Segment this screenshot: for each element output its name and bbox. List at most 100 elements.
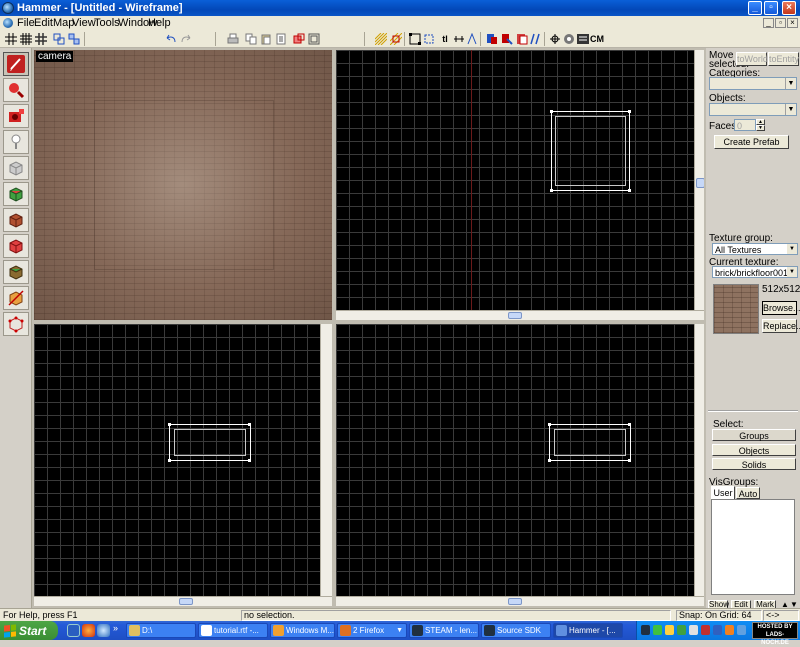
larger-grid-icon[interactable] <box>34 32 48 45</box>
viewport-vertical-scrollbar[interactable] <box>320 324 332 596</box>
run-map-icon[interactable] <box>528 32 542 45</box>
undo-icon[interactable] <box>164 32 178 45</box>
selection-box-icon[interactable] <box>408 32 422 45</box>
paste-special-icon[interactable] <box>274 32 288 45</box>
minimize-button[interactable]: _ <box>748 1 762 15</box>
brush-vertex[interactable] <box>548 459 551 462</box>
viewport-horizontal-scrollbar[interactable] <box>336 596 704 606</box>
brush-vertex[interactable] <box>628 110 631 113</box>
brush-vertex[interactable] <box>248 423 251 426</box>
brush-vertex[interactable] <box>550 189 553 192</box>
select-by-handles-icon[interactable] <box>422 32 436 45</box>
title-bar[interactable]: Hammer - [Untitled - Wireframe] _ ▫ × <box>0 0 800 16</box>
menu-help[interactable]: Help <box>148 17 171 29</box>
hide-items-icon[interactable] <box>548 32 562 45</box>
taskbar-item-explorer[interactable]: D:\ <box>126 623 196 638</box>
cordon-icon[interactable] <box>576 32 590 45</box>
ungroup-icon[interactable] <box>67 32 81 45</box>
carve-icon[interactable] <box>292 32 306 45</box>
taskbar-item-steam[interactable]: STEAM - len... <box>409 623 479 638</box>
overlay-tool-icon[interactable] <box>3 260 29 284</box>
brush-vertex[interactable] <box>248 459 251 462</box>
faces-input[interactable]: 0 <box>734 119 756 131</box>
clipping-tool-icon[interactable] <box>3 286 29 310</box>
texture-scale-lock-icon[interactable] <box>389 32 403 45</box>
network-tray-icon[interactable] <box>653 625 662 635</box>
scrollbar-thumb[interactable] <box>508 312 522 319</box>
camera-viewport-label[interactable]: camera <box>36 51 74 62</box>
security-tray-icon[interactable] <box>701 625 710 635</box>
menu-file[interactable]: File <box>17 17 35 29</box>
viewport-vertical-scrollbar[interactable] <box>694 50 704 310</box>
group-icon[interactable] <box>52 32 66 45</box>
decal-tool-icon[interactable] <box>3 234 29 258</box>
hammer-app-icon[interactable] <box>2 2 14 14</box>
toggle-helpers-icon[interactable] <box>452 32 466 45</box>
scrollbar-thumb[interactable] <box>696 178 704 188</box>
toggle-3d-grid-icon[interactable] <box>562 32 576 45</box>
to-world-button[interactable]: toWorld <box>736 52 768 66</box>
texture-lock-icon[interactable] <box>374 32 388 45</box>
magnify-tool-icon[interactable] <box>3 78 29 102</box>
mdi-restore-button[interactable]: ▫ <box>775 18 786 28</box>
camera-tool-icon[interactable] <box>3 104 29 128</box>
current-texture-dropdown[interactable]: brick/brickfloor001a <box>712 266 798 278</box>
chevron-down-icon[interactable]: ▼ <box>785 78 796 89</box>
brush-outline[interactable] <box>169 424 251 461</box>
chevron-down-icon[interactable]: ▼ <box>787 244 797 254</box>
close-button[interactable]: × <box>782 1 796 15</box>
hollow-icon[interactable] <box>307 32 321 45</box>
chevron-down-icon[interactable]: ▼ <box>785 104 796 115</box>
scrollbar-thumb[interactable] <box>508 598 522 605</box>
tab-auto[interactable]: Auto <box>736 487 760 499</box>
paste-icon[interactable] <box>259 32 273 45</box>
visgroups-list[interactable] <box>711 499 795 595</box>
brush-outline[interactable] <box>551 111 630 191</box>
toggle-cm-icon[interactable]: CM <box>590 32 604 45</box>
menu-view[interactable]: View <box>72 17 96 29</box>
smaller-grid-icon[interactable] <box>19 32 33 45</box>
to-entity-button[interactable]: toEntity <box>768 52 799 66</box>
viewport-horizontal-scrollbar[interactable] <box>34 596 332 606</box>
block-tool-icon[interactable] <box>3 156 29 180</box>
toggle-texture-tl-icon[interactable]: tl <box>438 32 452 45</box>
brush-vertex[interactable] <box>628 459 631 462</box>
bluetooth-tray-icon[interactable] <box>737 625 746 635</box>
texture-group-dropdown[interactable]: All Textures <box>712 243 798 255</box>
taskbar-item-windows-media[interactable]: Windows M... <box>270 623 335 638</box>
camera-viewport[interactable]: camera <box>32 48 334 322</box>
faces-down-arrow-icon[interactable]: ▼ <box>756 125 765 131</box>
brush-vertex[interactable] <box>168 459 171 462</box>
select-solids-button[interactable]: Solids <box>712 458 796 470</box>
replace-button[interactable]: Replace... <box>762 319 800 333</box>
brush-vertex[interactable] <box>550 110 553 113</box>
start-button[interactable]: Start <box>0 621 58 640</box>
brush-vertex[interactable] <box>628 189 631 192</box>
messenger-tray-icon[interactable] <box>665 625 674 635</box>
side-2d-viewport[interactable] <box>334 322 706 608</box>
volume-tray-icon[interactable] <box>689 625 698 635</box>
menu-tools[interactable]: Tools <box>94 17 120 29</box>
check-problems-icon[interactable] <box>500 32 514 45</box>
selection-tool-icon[interactable] <box>3 52 29 76</box>
chevron-down-icon[interactable]: ▼ <box>787 267 797 277</box>
taskbar-item-wordpad[interactable]: tutorial.rtf -... <box>198 623 268 638</box>
document-icon[interactable] <box>3 18 13 28</box>
media-player-icon[interactable] <box>97 624 110 637</box>
viewport-vertical-scrollbar[interactable] <box>694 324 704 596</box>
browse-button[interactable]: Browse... <box>762 301 800 315</box>
firefox-icon[interactable] <box>82 624 95 637</box>
taskbar-item-firefox[interactable]: 2 Firefox ▼ <box>337 623 407 638</box>
display-tray-icon[interactable] <box>713 625 722 635</box>
create-prefab-button[interactable]: Create Prefab <box>714 135 789 149</box>
quicklaunch-expand-icon[interactable]: » <box>113 623 118 633</box>
copy-icon[interactable] <box>244 32 258 45</box>
front-2d-viewport[interactable] <box>32 322 334 608</box>
select-groups-button[interactable]: Groups <box>712 429 796 441</box>
categories-dropdown[interactable]: ▼ <box>709 77 797 90</box>
brush-vertex[interactable] <box>628 423 631 426</box>
select-objects-button[interactable]: Objects <box>712 444 796 456</box>
taskbar-item-hammer[interactable]: Hammer - [... <box>553 623 623 638</box>
top-2d-viewport[interactable] <box>334 48 706 322</box>
texture-preview-image[interactable] <box>713 284 759 334</box>
